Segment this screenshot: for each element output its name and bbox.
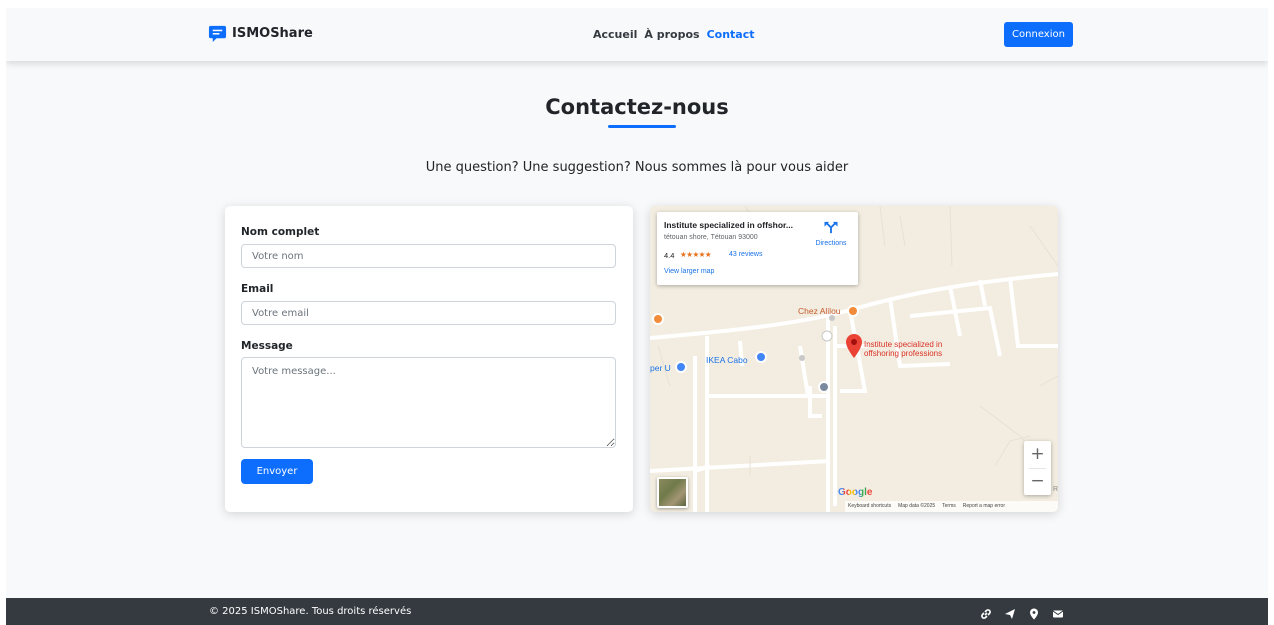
contact-form-card: Nom complet Email Message Envoyer bbox=[225, 206, 633, 512]
google-logo-text: Google bbox=[838, 487, 873, 498]
restaurant-icon[interactable] bbox=[847, 305, 859, 317]
place-address: tétouan shore, Tétouan 93000 bbox=[664, 234, 758, 241]
place-name: Institute specialized in offshor... bbox=[664, 220, 793, 230]
report-map-error-link[interactable]: Report a map error bbox=[963, 501, 1005, 512]
directions-button[interactable]: Directions bbox=[810, 221, 852, 247]
nav-links: Accueil À propos Contact bbox=[593, 28, 755, 41]
message-textarea[interactable] bbox=[241, 357, 616, 448]
view-larger-map-link[interactable]: View larger map bbox=[664, 268, 714, 275]
copyright-text: © 2025 ISMOShare. Tous droits réservés bbox=[209, 606, 412, 617]
map-label-partial-store[interactable]: per U bbox=[650, 363, 671, 373]
navbar: ISMOShare Accueil À propos Contact Conne… bbox=[6, 8, 1268, 61]
directions-icon bbox=[824, 221, 838, 234]
message-label: Message bbox=[241, 340, 293, 352]
login-button[interactable]: Connexion bbox=[1004, 22, 1073, 47]
send-button[interactable]: Envoyer bbox=[241, 459, 313, 484]
page-subtitle: Une question? Une suggestion? Nous somme… bbox=[425, 160, 849, 175]
nav-link-contact[interactable]: Contact bbox=[707, 28, 755, 41]
brand[interactable]: ISMOShare bbox=[208, 24, 313, 43]
name-input[interactable] bbox=[241, 244, 616, 268]
nav-link-accueil[interactable]: Accueil bbox=[593, 28, 637, 41]
pin-label-line1: Institute specialized in bbox=[864, 340, 943, 349]
transit-icon[interactable] bbox=[818, 381, 830, 393]
map-corner-label: R bbox=[1053, 486, 1058, 493]
footer-social-icons bbox=[980, 605, 1064, 620]
email-label: Email bbox=[241, 283, 274, 295]
title-underline bbox=[608, 125, 676, 128]
zoom-in-button[interactable]: + bbox=[1024, 441, 1051, 468]
zoom-out-button[interactable]: − bbox=[1024, 468, 1051, 495]
page: ISMOShare Accueil À propos Contact Conne… bbox=[6, 8, 1268, 625]
brand-name: ISMOShare bbox=[232, 26, 313, 41]
name-label: Nom complet bbox=[241, 226, 320, 238]
send-icon[interactable] bbox=[1004, 605, 1016, 619]
email-input[interactable] bbox=[241, 301, 616, 325]
rating-stars: ★★★★★ bbox=[680, 250, 712, 259]
shopping-icon[interactable] bbox=[755, 351, 767, 363]
nav-link-a-propos[interactable]: À propos bbox=[644, 28, 699, 41]
keyboard-shortcuts-link[interactable]: Keyboard shortcuts bbox=[848, 501, 891, 512]
link-icon[interactable] bbox=[980, 605, 992, 619]
place-rating: 4.4 bbox=[664, 251, 675, 260]
map-data-text: Map data ©2025 bbox=[898, 503, 936, 509]
mail-icon[interactable] bbox=[1052, 605, 1064, 618]
footer: © 2025 ISMOShare. Tous droits réservés bbox=[6, 598, 1268, 625]
reviews-link[interactable]: 43 reviews bbox=[729, 251, 762, 258]
place-info-card: Institute specialized in offshor... této… bbox=[657, 212, 858, 285]
terms-link[interactable]: Terms bbox=[942, 501, 956, 512]
page-title: Contactez-nous bbox=[545, 95, 729, 119]
shopping-icon-left[interactable] bbox=[675, 361, 687, 373]
map-label-store[interactable]: IKEA Cabo bbox=[706, 355, 748, 365]
restaurant-icon-left[interactable] bbox=[652, 313, 664, 325]
google-logo: Google bbox=[838, 487, 872, 498]
zoom-controls: + − bbox=[1024, 441, 1051, 495]
location-pin-icon[interactable] bbox=[846, 334, 862, 358]
pin-label-line2: offshoring professions bbox=[864, 349, 943, 358]
location-icon[interactable] bbox=[1028, 605, 1040, 620]
chat-logo-icon bbox=[208, 25, 227, 43]
satellite-toggle-button[interactable] bbox=[657, 477, 688, 508]
directions-label: Directions bbox=[815, 240, 847, 247]
map-label-restaurant[interactable]: Chez Alilou bbox=[798, 306, 841, 316]
map-attribution: Keyboard shortcuts Map data ©2025 Terms … bbox=[845, 501, 1058, 512]
map-embed[interactable]: Institute specialized in offshor... této… bbox=[650, 206, 1058, 512]
